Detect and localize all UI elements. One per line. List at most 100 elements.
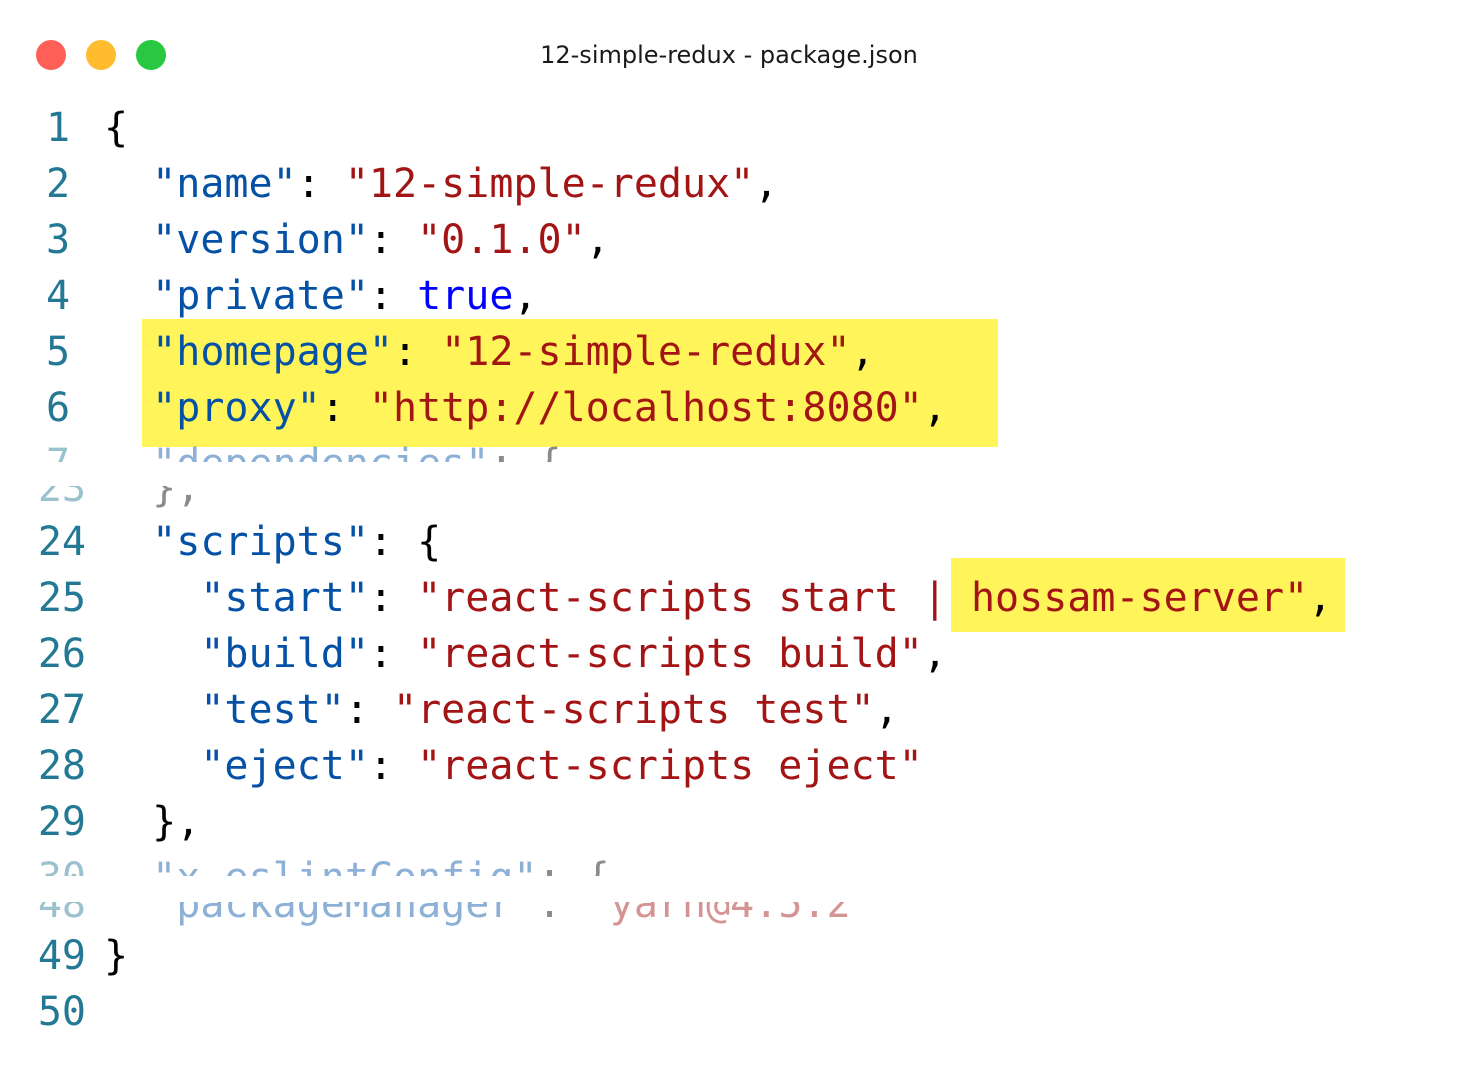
code-token: : { xyxy=(368,519,442,565)
code-line: 7 "dependencies": { xyxy=(0,436,1458,487)
code-line: 4 "private": true, xyxy=(0,268,1458,324)
code-token: , xyxy=(585,217,610,263)
line-number: 27 xyxy=(37,687,86,733)
code-token: true xyxy=(417,273,514,319)
code-token: "http://localhost:8080" xyxy=(368,385,923,431)
code-token: : xyxy=(368,631,418,677)
code-token: "react-scripts start | hossam-server" xyxy=(417,575,1309,621)
code-token: "eject" xyxy=(200,743,369,789)
code-token: "react-scripts eject" xyxy=(417,743,923,789)
code-line: 50 xyxy=(0,984,1458,1040)
code-token: "12-simple-redux" xyxy=(344,161,755,207)
line-text: "x-eslintConfig": { xyxy=(104,850,610,901)
line-text: "start": "react-scripts start | hossam-s… xyxy=(104,570,1332,626)
code-line: 27 "test": "react-scripts test", xyxy=(0,682,1458,738)
code-token: "dependencies" xyxy=(152,441,490,487)
code-line: 2 "name": "12-simple-redux", xyxy=(0,156,1458,212)
line-text: "packageManager": "yarn@4.5.2" xyxy=(104,881,875,932)
code-editor[interactable]: 1{2 "name": "12-simple-redux", 3 "version… xyxy=(0,0,1458,1077)
line-text: "eject": "react-scripts eject" xyxy=(104,738,923,794)
line-number: 49 xyxy=(37,933,86,979)
line-number: 50 xyxy=(37,989,86,1035)
code-token: , xyxy=(922,631,947,677)
line-text: "test": "react-scripts test", xyxy=(104,682,899,738)
code-token: "name" xyxy=(152,161,297,207)
code-token: : xyxy=(296,161,345,207)
code-token: { xyxy=(104,105,129,151)
code-token: , xyxy=(874,687,899,733)
line-text: "private": true, xyxy=(104,268,538,324)
line-number: 26 xyxy=(37,631,86,677)
code-line: 23 }, xyxy=(0,465,1458,516)
line-number: 24 xyxy=(37,519,86,565)
code-token: : xyxy=(393,329,442,375)
code-line: 29 }, xyxy=(0,794,1458,850)
code-line: 6 "proxy": "http://localhost:8080", xyxy=(0,380,1458,436)
code-line: 30 "x-eslintConfig": { xyxy=(0,850,1458,901)
code-token: "0.1.0" xyxy=(417,217,586,263)
line-number: 29 xyxy=(37,799,86,845)
code-token: , xyxy=(754,161,779,207)
code-line: 3 "version": "0.1.0", xyxy=(0,212,1458,268)
code-line: 28 "eject": "react-scripts eject" xyxy=(0,738,1458,794)
code-token: : xyxy=(368,217,418,263)
code-token: , xyxy=(1308,575,1333,621)
code-token: : { xyxy=(489,441,562,487)
line-text: { xyxy=(104,100,128,156)
code-line: 25 "start": "react-scripts start | hossa… xyxy=(0,570,1458,626)
code-token: "build" xyxy=(200,631,369,677)
line-text: "dependencies": { xyxy=(104,436,562,487)
code-token: "react-scripts test" xyxy=(393,687,875,733)
code-line: 24 "scripts": { xyxy=(0,514,1458,570)
code-token: "x-eslintConfig" xyxy=(152,855,538,901)
code-token: : xyxy=(368,273,418,319)
code-token: "start" xyxy=(200,575,369,621)
line-text: "build": "react-scripts build", xyxy=(104,626,947,682)
code-line: 26 "build": "react-scripts build", xyxy=(0,626,1458,682)
line-number: 30 xyxy=(37,855,86,901)
line-text: "scripts": { xyxy=(104,514,441,570)
code-token: : { xyxy=(537,855,610,901)
code-token: : xyxy=(368,575,418,621)
line-text: "proxy": "http://localhost:8080", xyxy=(104,380,947,436)
code-token: , xyxy=(850,329,875,375)
code-token: "packageManager" xyxy=(152,881,538,927)
line-text: "name": "12-simple-redux", xyxy=(104,156,778,212)
line-text: }, xyxy=(104,794,200,850)
code-token: "homepage" xyxy=(152,329,393,375)
code-line: 5 "homepage": "12-simple-redux", xyxy=(0,324,1458,380)
code-token: : xyxy=(368,743,418,789)
code-token: } xyxy=(104,933,129,979)
code-token: "private" xyxy=(152,273,369,319)
code-token: : xyxy=(320,385,369,431)
code-token: }, xyxy=(104,799,201,845)
code-token: "react-scripts build" xyxy=(417,631,923,677)
line-text: "homepage": "12-simple-redux", xyxy=(104,324,875,380)
line-number: 23 xyxy=(37,465,86,511)
line-number: 48 xyxy=(37,881,86,927)
code-line: 48 "packageManager": "yarn@4.5.2" xyxy=(0,881,1458,932)
code-token: "test" xyxy=(200,687,345,733)
code-token: , xyxy=(922,385,947,431)
line-number: 25 xyxy=(37,575,86,621)
code-line: 1{ xyxy=(0,100,1458,156)
line-number: 28 xyxy=(37,743,86,789)
editor-window: 12-simple-redux - package.json 1{2 "name… xyxy=(0,0,1458,1077)
code-token: , xyxy=(513,273,538,319)
code-token: : xyxy=(344,687,393,733)
code-token: "yarn@4.5.2" xyxy=(585,881,875,927)
code-token: "version" xyxy=(152,217,369,263)
code-token: "proxy" xyxy=(152,385,321,431)
